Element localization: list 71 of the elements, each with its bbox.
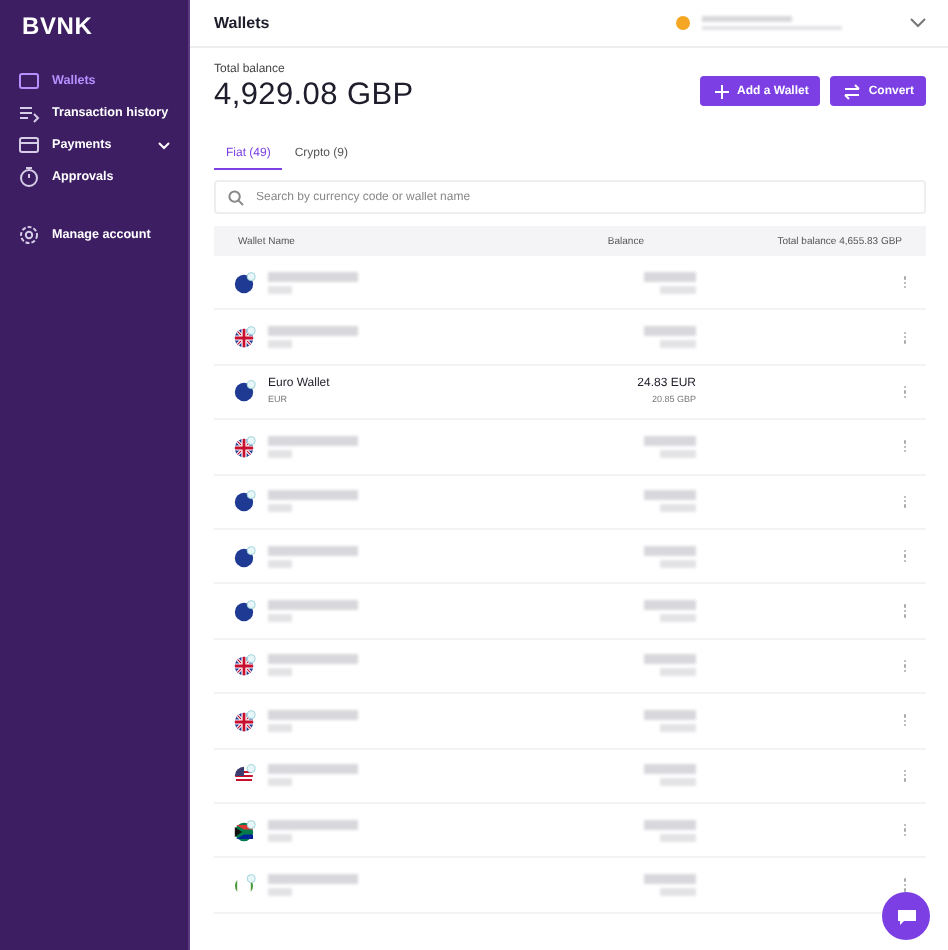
redacted-text [660, 559, 696, 568]
eu-flag-icon [234, 380, 256, 403]
uk-flag-icon [234, 435, 256, 458]
redacted-text [268, 887, 292, 896]
redacted-text [660, 504, 696, 513]
redacted-text [268, 449, 292, 458]
card-icon [18, 134, 40, 156]
eu-flag-icon [234, 490, 256, 513]
redacted-text [644, 819, 696, 830]
swap-icon [844, 83, 861, 99]
page-title: Wallets [214, 14, 272, 32]
redacted-text [660, 340, 696, 349]
redacted-text [268, 668, 292, 677]
redacted-text [268, 545, 358, 556]
ng-flag-icon [234, 873, 256, 896]
search-icon [228, 189, 244, 205]
redacted-text [644, 654, 696, 665]
wallet-icon [18, 70, 40, 92]
list-icon [18, 102, 40, 124]
redacted-text [644, 873, 696, 884]
uk-flag-icon [234, 654, 256, 677]
redacted-text [268, 654, 358, 665]
redacted-text [268, 285, 292, 294]
redacted-text [660, 778, 696, 787]
redacted-text [268, 600, 358, 611]
balance-amount: 4,929.08 GBP [214, 78, 414, 114]
redacted-text [268, 833, 292, 842]
redacted-text [660, 887, 696, 896]
redacted-text [660, 285, 696, 294]
eu-flag-icon [234, 271, 256, 294]
us-flag-icon [234, 764, 256, 787]
redacted-text [644, 545, 696, 556]
redacted-text [644, 709, 696, 720]
redacted-text [644, 326, 696, 337]
redacted-text [660, 833, 696, 842]
avatar-icon [676, 16, 690, 30]
chevron-down-icon [910, 18, 926, 28]
plus-icon [713, 83, 730, 99]
redacted-text [268, 340, 292, 349]
chat-button[interactable] [882, 892, 930, 940]
redacted-text [268, 764, 358, 775]
timer-icon [18, 166, 40, 188]
uk-flag-icon [234, 709, 256, 732]
za-flag-icon [234, 819, 256, 842]
redacted-text [644, 600, 696, 611]
redacted-text [660, 723, 696, 732]
redacted-text [660, 614, 696, 623]
redacted-text [644, 490, 696, 501]
redacted-text [268, 614, 292, 623]
redacted-text [644, 764, 696, 775]
uk-flag-icon [234, 326, 256, 349]
redacted-text [268, 819, 358, 830]
redacted-text [660, 668, 696, 677]
redacted-text [644, 435, 696, 446]
redacted-text [268, 709, 358, 720]
eu-flag-icon [234, 600, 256, 623]
redacted-text [268, 504, 292, 513]
logo: BVNK [20, 10, 95, 44]
redacted-text [644, 271, 696, 282]
redacted-text [268, 271, 358, 282]
redacted-text [268, 873, 358, 884]
redacted-text [268, 435, 358, 446]
redacted-text [268, 490, 358, 501]
settings-icon [18, 224, 40, 246]
redacted-text [660, 449, 696, 458]
redacted-text [268, 778, 292, 787]
eu-flag-icon [234, 545, 256, 568]
redacted-text [268, 326, 358, 337]
chat-bubble-icon [895, 907, 917, 925]
redacted-text [268, 723, 292, 732]
redacted-text [268, 559, 292, 568]
